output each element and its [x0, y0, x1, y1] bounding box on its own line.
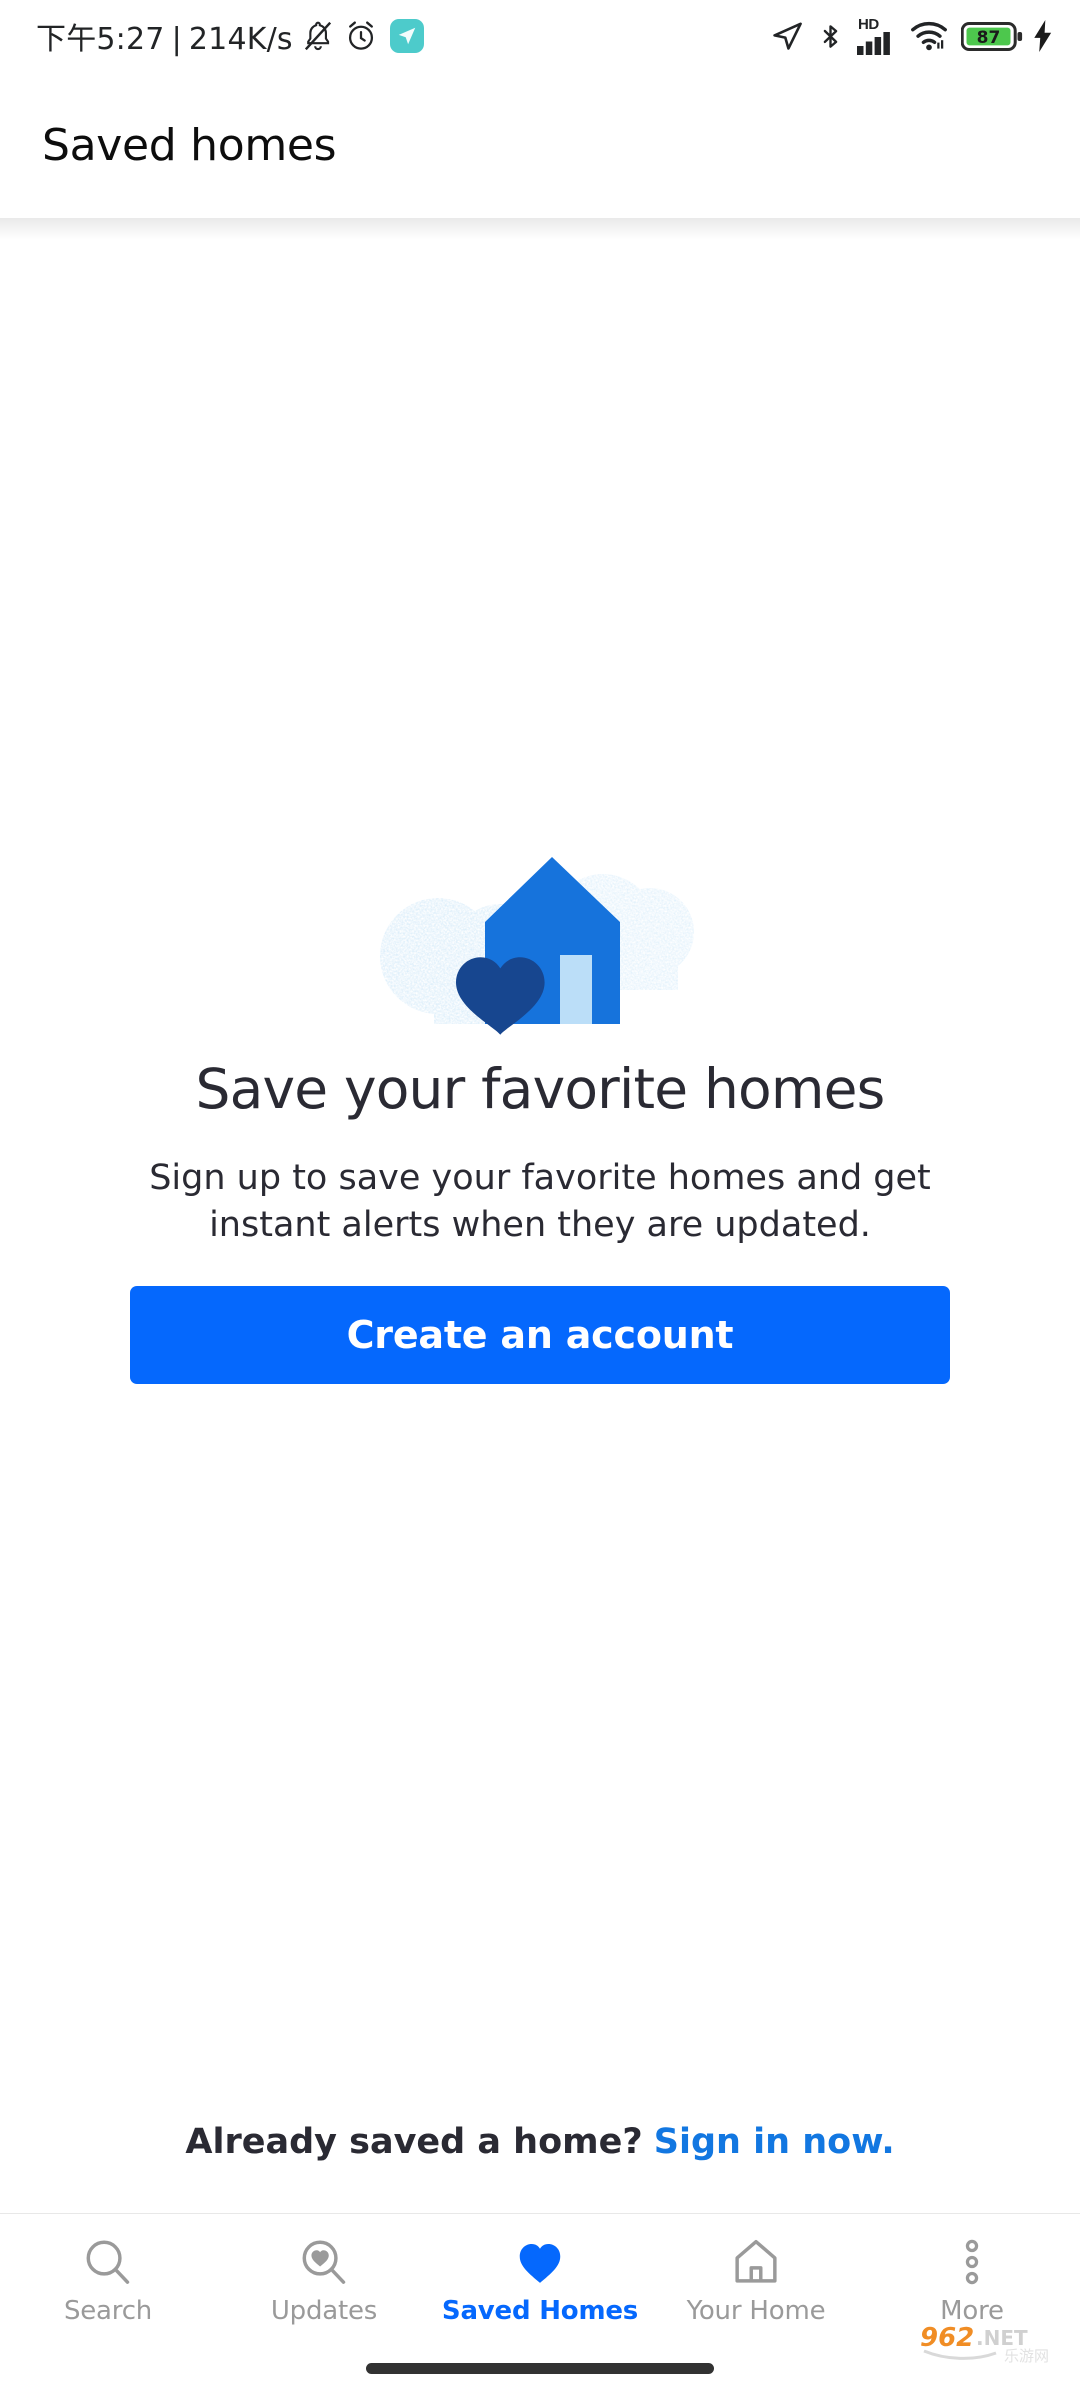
- more-dots-icon: [946, 2234, 998, 2290]
- empty-state-subtitle: Sign up to save your favorite homes and …: [149, 1158, 931, 1245]
- signin-prompt-text: Already saved a home?: [185, 2122, 643, 2162]
- create-account-button[interactable]: Create an account: [130, 1286, 950, 1385]
- house-outline-icon: [730, 2234, 782, 2290]
- page-title: Saved homes: [42, 119, 337, 171]
- navigation-chip-icon: [389, 19, 424, 53]
- location-arrow-icon: [771, 20, 804, 53]
- charging-bolt-icon: [1032, 20, 1054, 52]
- watermark-number: 962: [920, 2323, 974, 2353]
- status-bar-left: 下午5:27 | 214K/s: [36, 14, 424, 58]
- alarm-clock-icon: [344, 19, 378, 53]
- bell-muted-icon: [301, 19, 335, 53]
- heart-filled-icon: [513, 2234, 567, 2290]
- app-header: Saved homes: [0, 72, 1080, 218]
- nav-label-updates: Updates: [270, 2296, 378, 2326]
- main-content: Save your favorite homes Sign up to save…: [0, 220, 1080, 2220]
- saved-homes-empty-state: Save your favorite homes Sign up to save…: [0, 840, 1080, 1385]
- nav-item-search[interactable]: Search: [0, 2214, 216, 2348]
- sign-in-now-link[interactable]: Sign in now.: [654, 2122, 895, 2162]
- battery-icon: 87: [961, 20, 1023, 53]
- empty-state-heading: Save your favorite homes: [195, 1057, 885, 1121]
- svg-text:87: 87: [977, 28, 1001, 48]
- cellular-signal-icon: HD: [857, 17, 897, 55]
- status-bar-right: HD 87: [771, 17, 1054, 55]
- bluetooth-icon: [817, 21, 844, 52]
- nav-label-search: Search: [63, 2296, 153, 2326]
- status-bar: 下午5:27 | 214K/s HD 87: [0, 0, 1080, 72]
- signin-row: Already saved a home? Sign in now.: [0, 2122, 1080, 2162]
- nav-item-updates[interactable]: Updates: [216, 2214, 432, 2348]
- nav-item-your-home[interactable]: Your Home: [648, 2214, 864, 2348]
- wifi-icon: [910, 21, 948, 51]
- house-with-heart-illustration: [360, 840, 720, 1035]
- nav-label-your-home: Your Home: [686, 2296, 826, 2326]
- watermark-subtext: 乐游网: [1004, 2347, 1049, 2364]
- site-watermark-logo: 962 .NET 乐游网: [918, 2320, 1074, 2365]
- search-icon: [82, 2234, 134, 2290]
- nav-item-saved-homes[interactable]: Saved Homes: [432, 2214, 648, 2348]
- search-heart-icon: [298, 2234, 350, 2290]
- status-bar-clock-and-speed: 下午5:27 | 214K/s: [36, 22, 293, 57]
- home-indicator[interactable]: [366, 2363, 714, 2374]
- nav-label-saved-homes: Saved Homes: [441, 2296, 639, 2326]
